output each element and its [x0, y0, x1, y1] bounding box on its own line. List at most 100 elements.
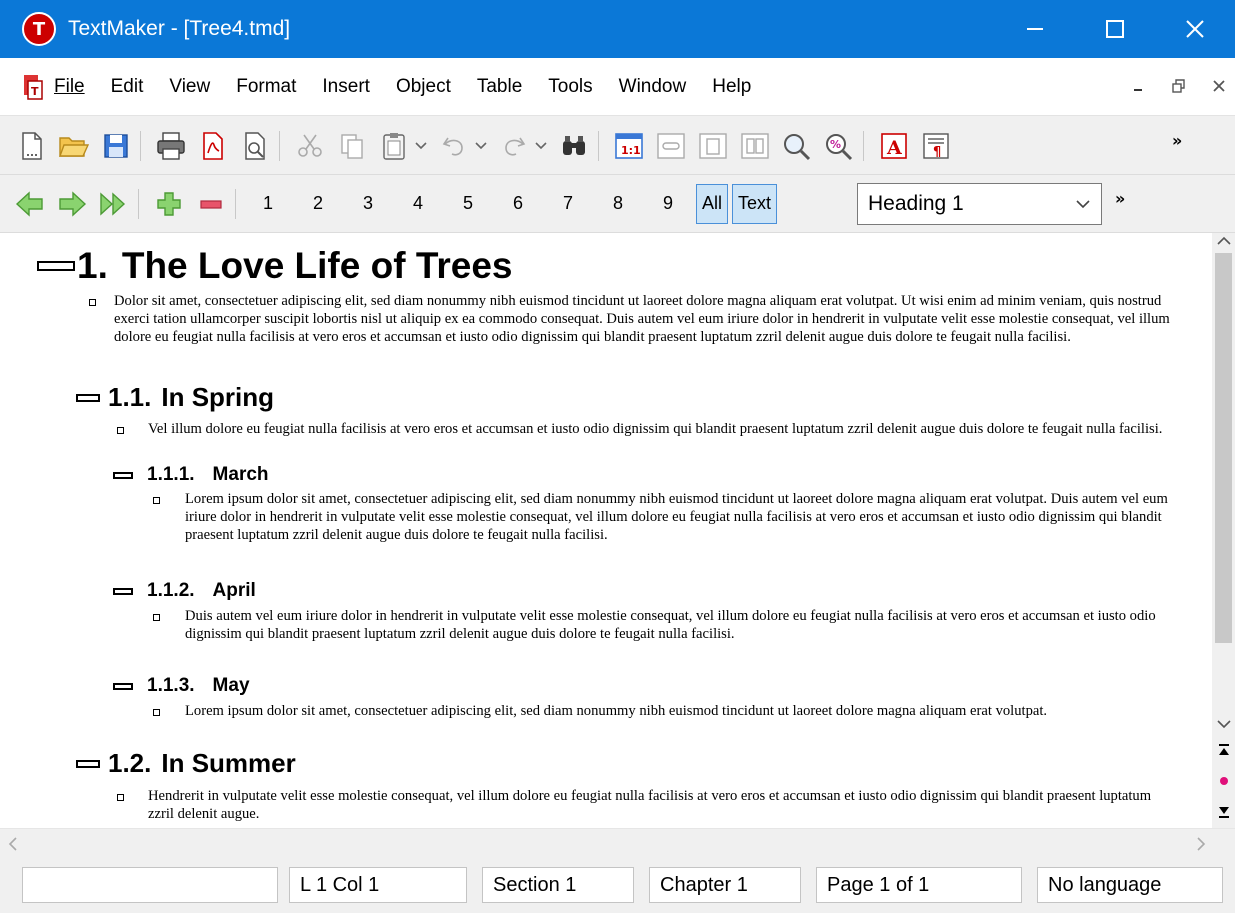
paragraph[interactable]: Vel illum dolore eu feugiat nulla facili…	[148, 420, 1190, 438]
collapse-toggle[interactable]	[113, 587, 133, 595]
paste-dropdown-arrow[interactable]	[412, 128, 430, 164]
show-all-levels-button[interactable]: All	[696, 183, 729, 224]
chevron-down-icon	[535, 141, 547, 149]
heading-3-march[interactable]: 1.1.1. March	[113, 464, 269, 486]
browse-object-icon[interactable]	[1218, 775, 1230, 787]
previous-page-icon[interactable]	[1217, 743, 1231, 759]
paragraph-style-select[interactable]: Heading 1	[857, 183, 1102, 225]
redo-button[interactable]	[496, 128, 532, 164]
paragraph-format-button[interactable]: ¶	[918, 128, 954, 164]
chevron-up-icon[interactable]	[1217, 236, 1231, 246]
zoom-percent-button[interactable]: %	[821, 128, 857, 164]
menu-help[interactable]: Help	[710, 74, 753, 100]
print-button[interactable]	[153, 128, 189, 164]
outline-toolbar-overflow-button[interactable]: »	[1115, 189, 1125, 208]
heading-text: May	[212, 675, 250, 696]
paragraph[interactable]: Lorem ipsum dolor sit amet, consectetuer…	[185, 490, 1190, 544]
minimize-button[interactable]	[995, 0, 1075, 58]
outline-level-8[interactable]: 8	[598, 186, 638, 222]
paragraph[interactable]: Dolor sit amet, consectetuer adipiscing …	[114, 292, 1192, 346]
horizontal-scrollbar[interactable]	[0, 828, 1235, 857]
expand-button[interactable]	[151, 186, 187, 222]
paragraph[interactable]: Lorem ipsum dolor sit amet, consectetuer…	[185, 702, 1175, 720]
outline-level-4[interactable]: 4	[398, 186, 438, 222]
heading-3-may[interactable]: 1.1.3. May	[113, 675, 250, 697]
print-preview-button[interactable]	[237, 128, 273, 164]
menu-tools[interactable]: Tools	[546, 74, 594, 100]
heading-number: 1.2.	[108, 748, 152, 778]
chevron-down-icon	[1076, 200, 1090, 209]
vertical-scrollbar[interactable]	[1212, 233, 1235, 828]
cut-button[interactable]	[292, 128, 328, 164]
outline-level-2[interactable]: 2	[298, 186, 338, 222]
undo-dropdown-arrow[interactable]	[472, 128, 490, 164]
view-mode-button-1[interactable]	[653, 128, 689, 164]
outline-level-9[interactable]: 9	[648, 186, 688, 222]
status-language[interactable]: No language	[1037, 867, 1223, 903]
view-mode-button-3[interactable]	[737, 128, 773, 164]
chevron-down-icon[interactable]	[1217, 719, 1231, 729]
document-area[interactable]: 1. The Love Life of Trees Dolor sit amet…	[0, 233, 1212, 828]
chevron-down-icon	[475, 141, 487, 149]
zoom-button[interactable]	[779, 128, 815, 164]
doc-minimize-button[interactable]	[1123, 70, 1155, 102]
view-mode-button-2[interactable]	[695, 128, 731, 164]
menu-view[interactable]: View	[167, 74, 212, 100]
undo-button[interactable]	[436, 128, 472, 164]
menu-table[interactable]: Table	[475, 74, 524, 100]
open-button[interactable]	[56, 128, 92, 164]
paragraph[interactable]: Hendrerit in vulputate velit esse molest…	[148, 787, 1178, 823]
collapse-toggle[interactable]	[113, 471, 133, 479]
chevron-right-icon[interactable]	[1196, 837, 1206, 851]
plus-icon	[157, 191, 181, 216]
demote-to-body-button[interactable]	[96, 186, 132, 222]
toolbar-overflow-button[interactable]: »	[1172, 131, 1182, 150]
doc-restore-button[interactable]	[1163, 70, 1195, 102]
paragraph[interactable]: Duis autem vel eum iriure dolor in hendr…	[185, 607, 1190, 643]
redo-dropdown-arrow[interactable]	[532, 128, 550, 164]
export-pdf-button[interactable]	[195, 128, 231, 164]
vertical-scroll-thumb[interactable]	[1215, 253, 1232, 643]
status-section: Section 1	[482, 867, 634, 903]
promote-button[interactable]	[12, 186, 48, 222]
menu-file[interactable]: File	[52, 74, 87, 100]
maximize-button[interactable]	[1075, 0, 1155, 58]
collapse-button[interactable]	[193, 186, 229, 222]
menu-object[interactable]: Object	[394, 74, 453, 100]
view-actual-size-button[interactable]: 1:1	[611, 128, 647, 164]
demote-button[interactable]	[54, 186, 90, 222]
menu-window[interactable]: Window	[617, 74, 689, 100]
menu-edit[interactable]: Edit	[109, 74, 146, 100]
find-button[interactable]	[556, 128, 592, 164]
heading-3-april[interactable]: 1.1.2. April	[113, 580, 256, 602]
outline-level-5[interactable]: 5	[448, 186, 488, 222]
textmaker-app-icon[interactable]: T	[22, 12, 56, 46]
save-button[interactable]	[98, 128, 134, 164]
outline-level-7[interactable]: 7	[548, 186, 588, 222]
outline-level-1[interactable]: 1	[248, 186, 288, 222]
character-format-button[interactable]: A	[876, 128, 912, 164]
close-button[interactable]	[1155, 0, 1235, 58]
outline-level-6[interactable]: 6	[498, 186, 538, 222]
bullet-square	[89, 299, 96, 306]
chevron-left-icon[interactable]	[8, 837, 18, 851]
document-icon[interactable]: T	[22, 73, 44, 101]
doc-close-button[interactable]	[1203, 70, 1235, 102]
show-text-button[interactable]: Text	[732, 183, 778, 224]
collapse-toggle[interactable]	[76, 393, 100, 402]
heading-1[interactable]: 1. The Love Life of Trees	[37, 245, 513, 287]
bullet-square	[153, 614, 160, 621]
next-page-icon[interactable]	[1217, 803, 1231, 819]
print-preview-icon	[245, 131, 265, 160]
heading-2-spring[interactable]: 1.1. In Spring	[76, 382, 274, 413]
menu-insert[interactable]: Insert	[320, 74, 372, 100]
collapse-toggle[interactable]	[76, 759, 100, 768]
collapse-toggle[interactable]	[37, 261, 75, 271]
heading-2-summer[interactable]: 1.2. In Summer	[76, 748, 296, 779]
copy-button[interactable]	[334, 128, 370, 164]
new-document-button[interactable]	[14, 128, 50, 164]
menu-format[interactable]: Format	[234, 74, 298, 100]
collapse-toggle[interactable]	[113, 682, 133, 690]
outline-level-3[interactable]: 3	[348, 186, 388, 222]
paste-button[interactable]	[376, 128, 412, 164]
